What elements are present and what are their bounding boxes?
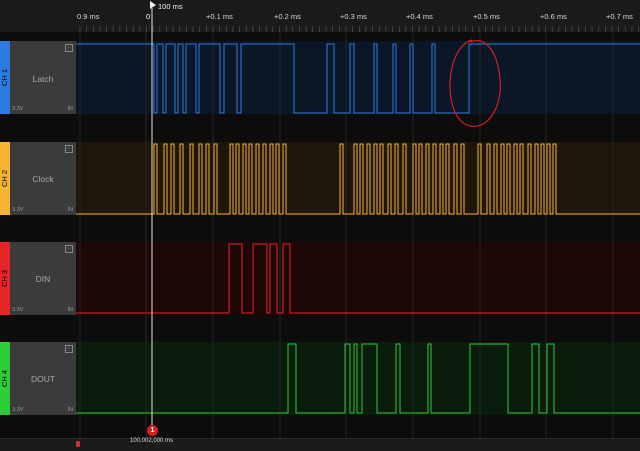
channel-1-panel[interactable]: − Latch 3.3V IN [10, 41, 76, 114]
channel-3-input[interactable]: IN [68, 307, 74, 313]
channel-lane-bg [76, 242, 640, 315]
channel-2-voltage: 3.3V [12, 207, 24, 213]
channel-3-panel[interactable]: − DIN 3.3V IN [10, 242, 76, 315]
horizontal-scrollbar[interactable] [0, 438, 640, 451]
channel-4-name: DOUT [30, 374, 56, 384]
channel-1-voltage: 3.3V [12, 106, 24, 112]
channel-lane-bg [76, 41, 640, 114]
channel-4-input[interactable]: IN [68, 407, 74, 413]
channel-lane-bg [76, 342, 640, 415]
channel-4-id: CH 4 [0, 369, 9, 388]
channel-4-color-tab[interactable]: CH 4 [0, 342, 10, 415]
channel-2-panel[interactable]: − Clock 3.3V IN [10, 142, 76, 215]
channel-2-color-tab[interactable]: CH 2 [0, 142, 10, 215]
channel-3-name: DIN [35, 274, 51, 284]
collapse-icon[interactable]: − [65, 245, 73, 253]
channel-2-id: CH 2 [0, 169, 9, 188]
channel-2-input[interactable]: IN [68, 207, 74, 213]
channel-lane-bg [76, 142, 640, 215]
channel-4-voltage: 3.3V [12, 407, 24, 413]
channel-1-name: Latch [32, 74, 54, 84]
scroll-thumb[interactable] [76, 441, 80, 447]
channel-1-id: CH 1 [0, 68, 9, 87]
channel-3-id: CH 3 [0, 269, 9, 288]
channel-1-color-tab[interactable]: CH 1 [0, 41, 10, 114]
channel-3-color-tab[interactable]: CH 3 [0, 242, 10, 315]
collapse-icon[interactable]: − [65, 345, 73, 353]
channel-4-panel[interactable]: − DOUT 3.3V IN [10, 342, 76, 415]
collapse-icon[interactable]: − [65, 44, 73, 52]
cursor-time-readout: 100,002,000 ms [130, 438, 174, 444]
channel-3-voltage: 3.3V [12, 307, 24, 313]
waveform-canvas[interactable] [0, 0, 640, 450]
collapse-icon[interactable]: − [65, 145, 73, 153]
cursor-badge[interactable]: 1 [147, 425, 158, 436]
channel-1-input[interactable]: IN [68, 106, 74, 112]
channel-2-name: Clock [32, 174, 54, 184]
